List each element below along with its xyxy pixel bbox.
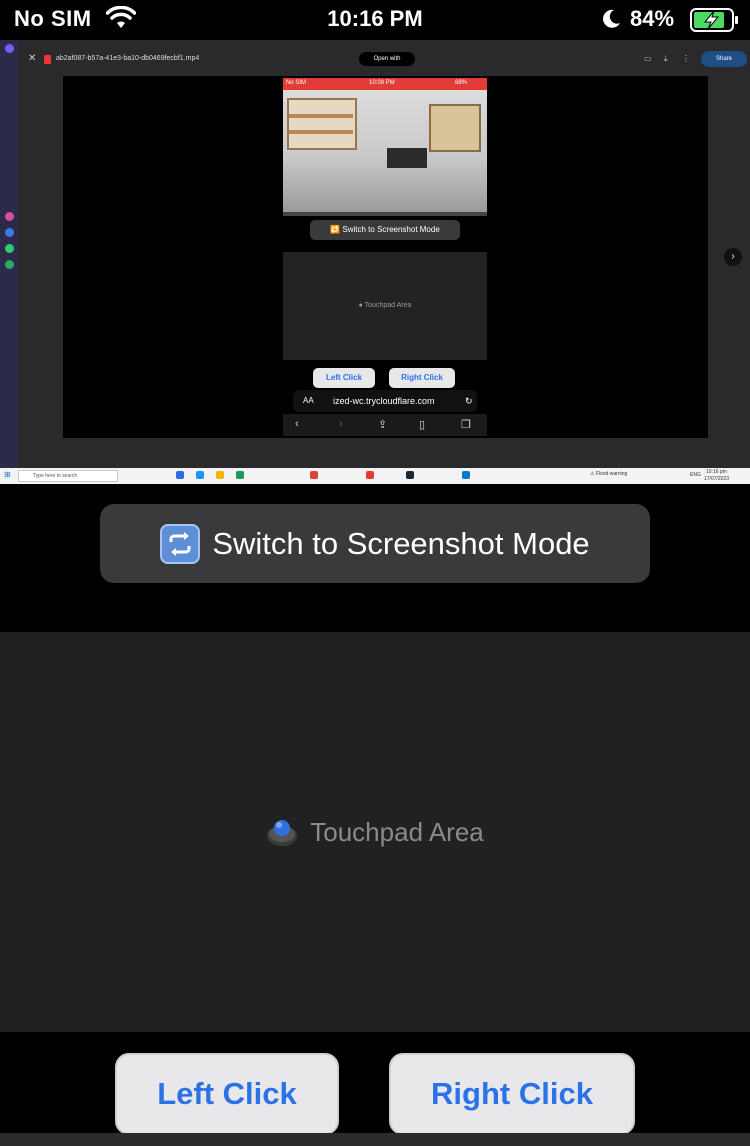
file-name: ab2af087-b57a-41e3-ba10-db0469fecbf1.mp4: [56, 55, 200, 62]
steam-icon: [406, 471, 414, 479]
viewer-toolbar: ✕ ab2af087-b57a-41e3-ba10-db0469fecbf1.m…: [18, 50, 750, 72]
app-icon: [176, 471, 184, 479]
recorder-icon: [366, 471, 374, 479]
flood-warning: ⚠ Flood warning: [590, 471, 628, 477]
repeat-arrows-icon: [160, 523, 201, 564]
recorded-status-bar: No SIM 10:08 PM 88%: [283, 78, 487, 90]
share-button[interactable]: Share: [701, 51, 747, 67]
app-icon: [5, 228, 14, 237]
app-sidebar: [0, 40, 18, 468]
virtual-room-view: [283, 90, 487, 212]
desk: [387, 148, 427, 168]
do-not-disturb-moon-icon: [603, 9, 620, 28]
video-file-icon: [44, 55, 51, 64]
bookshelf: [287, 98, 357, 150]
left-click-button[interactable]: Left Click: [115, 1053, 339, 1135]
recorded-carrier: No SIM: [286, 80, 307, 86]
battery-percentage: 84%: [630, 6, 675, 31]
recorded-browser-nav: ‹ › ⇪ ▯ ❐: [283, 414, 487, 436]
comment-icon[interactable]: ▭: [644, 54, 652, 63]
recorded-time: 10:08 PM: [369, 80, 395, 86]
windows-start-icon: ⊞: [4, 470, 11, 479]
app-icon: [5, 44, 14, 53]
app-icon: [5, 212, 14, 221]
trackball-icon: [267, 820, 298, 846]
recorded-url-bar: AA ized-wc.trycloudflare.com ↻: [293, 390, 477, 412]
touchpad-area[interactable]: Touchpad Area: [0, 632, 750, 1032]
switch-label: Switch to Screenshot Mode: [212, 525, 590, 561]
windows-taskbar: ⊞ Type here to search ⚠ Flood warning EN…: [0, 468, 750, 484]
recorded-touchpad: ● Touchpad Area: [283, 252, 487, 360]
recorded-right-click: Right Click: [389, 368, 455, 388]
edge-icon: [196, 471, 204, 479]
taskbar-search: Type here to search: [18, 470, 118, 482]
download-icon[interactable]: ⤓: [664, 54, 668, 64]
bottom-toolbar-edge: [0, 1133, 750, 1146]
app-icon: [5, 244, 14, 253]
app-icon: [236, 471, 244, 479]
bookmarks-icon: ▯: [419, 419, 426, 431]
language-indicator: ENG: [690, 472, 701, 478]
video-viewer: ✕ ab2af087-b57a-41e3-ba10-db0469fecbf1.m…: [18, 40, 750, 468]
reload-icon: ↻: [465, 396, 473, 406]
taskbar-time: 10:16 pm: [706, 469, 727, 475]
recorded-left-click: Left Click: [313, 368, 375, 388]
vscode-icon: [462, 471, 470, 479]
chrome-icon: [310, 471, 318, 479]
remote-screen-view[interactable]: ✕ ab2af087-b57a-41e3-ba10-db0469fecbf1.m…: [0, 40, 750, 484]
shelf: [289, 114, 353, 118]
back-icon: ‹: [295, 418, 299, 430]
recorded-taskbar: [283, 212, 487, 216]
app-icon: [5, 260, 14, 269]
recorded-touchpad-label: Touchpad Area: [364, 302, 412, 309]
more-icon[interactable]: ⋮: [682, 54, 690, 63]
recorded-url: ized-wc.trycloudflare.com: [333, 396, 435, 406]
recorded-switch-label: Switch to Screenshot Mode: [342, 225, 440, 234]
next-arrow-icon[interactable]: ›: [724, 248, 742, 266]
recorded-phone-screen: No SIM 10:08 PM 88% 🔁 Switch to Screensh…: [283, 78, 487, 438]
text-size-icon: AA: [303, 396, 314, 405]
ios-status-bar: No SIM 10:16 PM 84%: [0, 0, 750, 40]
share-icon: ⇪: [378, 419, 388, 431]
close-icon[interactable]: ✕: [28, 53, 36, 64]
open-with-button[interactable]: Open with: [359, 52, 415, 66]
touchpad-label: Touchpad Area: [310, 816, 484, 847]
taskbar-date: 17/07/2023: [704, 476, 730, 482]
tabs-icon: ❐: [461, 419, 471, 431]
battery-charging-icon: [690, 8, 738, 32]
switch-to-screenshot-mode-button[interactable]: Switch to Screenshot Mode: [100, 504, 650, 583]
notice-board: [429, 104, 481, 152]
recorded-battery: 88%: [455, 80, 468, 86]
recorded-switch-button: 🔁 Switch to Screenshot Mode: [310, 220, 460, 240]
shelf: [289, 130, 353, 134]
right-click-button[interactable]: Right Click: [389, 1053, 635, 1135]
forward-icon: ›: [339, 418, 343, 430]
folder-icon: [216, 471, 224, 479]
